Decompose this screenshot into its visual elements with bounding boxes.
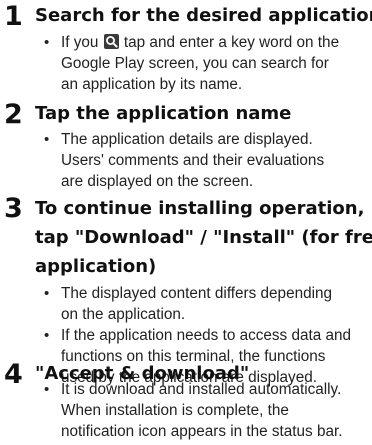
bullet-line: on the application.: [61, 306, 186, 323]
step-title-line: Tap the application name: [35, 103, 292, 124]
bullet-item: • The displayed content differs dependin…: [44, 283, 351, 325]
bullet-dot: •: [44, 285, 50, 302]
bullet-dot: •: [44, 131, 50, 148]
bullet-list: • It is download and installed automatic…: [44, 379, 342, 442]
step-title: Tap the application name: [35, 100, 291, 128]
bullet-line: It is download and installed automatical…: [61, 381, 342, 398]
bullet-dot: •: [44, 34, 50, 51]
step-title-line: application): [35, 256, 157, 277]
bullet-dot: •: [44, 381, 50, 398]
step-title: To continue installing operation, tap "D…: [35, 194, 372, 281]
bullet-line: Users' comments and their evaluations: [61, 152, 325, 169]
bullet-item: • The application details are displayed.…: [44, 129, 324, 192]
bullet-line: When installation is complete, the: [61, 402, 289, 419]
bullet-line: The application details are displayed.: [61, 131, 313, 148]
bullet-item: • If you tap and enter a key word on the…: [44, 32, 339, 95]
step-number: 4: [4, 359, 23, 390]
bullet-list: • If you tap and enter a key word on the…: [44, 32, 339, 95]
step-title-line: Search for the desired application: [35, 5, 372, 26]
bullet-line: an application by its name.: [61, 76, 243, 93]
step-title-line: To continue installing operation,: [35, 198, 365, 219]
bullet-line: The displayed content differs depending: [61, 285, 333, 302]
bullet-item: • It is download and installed automatic…: [44, 379, 342, 442]
bullet-line: notification icon appears in the status …: [61, 423, 343, 440]
search-icon: [103, 34, 119, 49]
bullet-line: If you tap and enter a key word on the: [61, 32, 339, 53]
step-number: 3: [4, 193, 23, 224]
bullet-text: tap and enter a key word on the: [119, 34, 340, 51]
bullet-line: are displayed on the screen.: [61, 173, 254, 190]
step-number: 2: [4, 99, 23, 130]
bullet-dot: •: [44, 327, 50, 344]
bullet-line: Google Play screen, you can search for: [61, 55, 329, 72]
step-number: 1: [4, 1, 23, 32]
step-title: Search for the desired application: [35, 2, 372, 30]
bullet-text: If you: [61, 34, 103, 51]
step-title-line: tap "Download" / "Install" (for free: [35, 227, 372, 248]
bullet-list: • The application details are displayed.…: [44, 129, 324, 192]
bullet-line: If the application needs to access data …: [61, 327, 351, 344]
